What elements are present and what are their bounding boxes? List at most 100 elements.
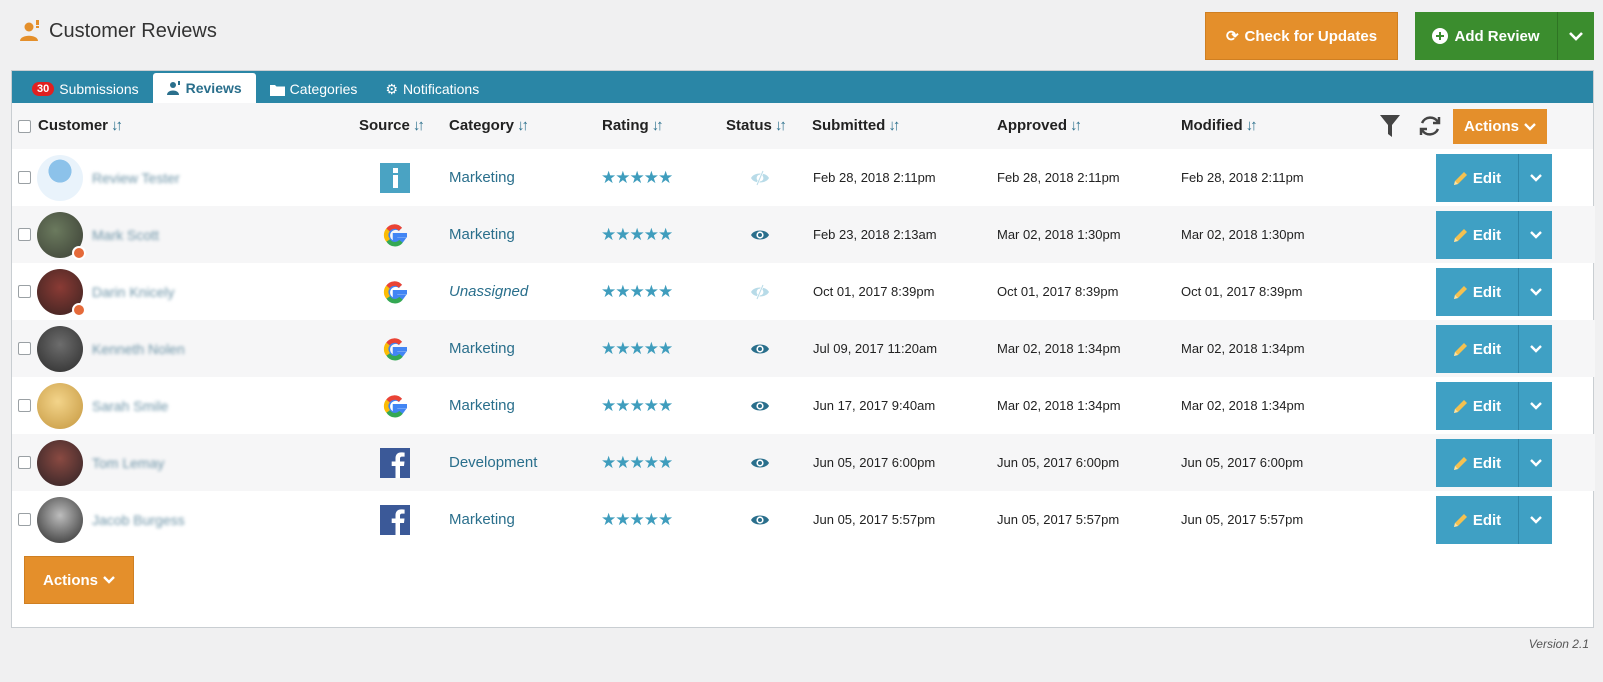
status-cell[interactable]	[751, 434, 769, 491]
select-all-checkbox[interactable]	[18, 120, 31, 133]
column-category[interactable]: Category ↓↑	[449, 117, 529, 134]
customer-name[interactable]: Tom Lemay	[92, 455, 164, 471]
edit-dropdown-button[interactable]	[1519, 325, 1552, 373]
rating-stars: ★★★★★	[601, 452, 673, 472]
row-checkbox[interactable]	[18, 342, 31, 355]
row-checkbox[interactable]	[18, 228, 31, 241]
category-link[interactable]: Development	[449, 454, 537, 471]
modified-date: Jun 05, 2017 5:57pm	[1181, 512, 1304, 527]
column-source[interactable]: Source ↓↑	[359, 117, 425, 134]
status-cell[interactable]	[751, 263, 769, 320]
add-review-button[interactable]: Add Review	[1415, 12, 1558, 60]
category-link[interactable]: Marketing	[449, 397, 515, 414]
category-link[interactable]: Marketing	[449, 511, 515, 528]
refresh-icon[interactable]	[1418, 114, 1442, 138]
filter-icon[interactable]	[1380, 115, 1400, 137]
rating-stars: ★★★★★	[601, 395, 673, 415]
column-submitted[interactable]: Submitted ↓↑	[812, 117, 900, 134]
edit-button[interactable]: Edit	[1436, 496, 1519, 544]
edit-dropdown-button[interactable]	[1519, 439, 1552, 487]
column-modified[interactable]: Modified ↓↑	[1181, 117, 1258, 134]
submitted-date: Jul 09, 2017 11:20am	[813, 341, 938, 356]
source-cell	[380, 377, 410, 434]
column-rating[interactable]: Rating ↓↑	[602, 117, 664, 134]
column-status[interactable]: Status ↓↑	[726, 117, 787, 134]
footer-actions-button[interactable]: Actions	[24, 556, 134, 604]
submitted-date: Feb 23, 2018 2:13am	[813, 227, 937, 242]
sort-icon: ↓↑	[1070, 117, 1082, 134]
source-cell	[380, 434, 410, 491]
tab-notifications[interactable]: ⚙ Notifications	[371, 75, 493, 103]
status-cell[interactable]	[751, 377, 769, 434]
status-cell[interactable]	[751, 206, 769, 263]
row-checkbox[interactable]	[18, 285, 31, 298]
edit-button[interactable]: Edit	[1436, 439, 1519, 487]
customer-name[interactable]: Darin Knicely	[92, 284, 174, 300]
status-cell[interactable]	[751, 491, 769, 548]
google-plus-badge-icon	[72, 245, 86, 260]
approved-date: Feb 28, 2018 2:11pm	[997, 170, 1120, 185]
row-checkbox[interactable]	[18, 171, 31, 184]
row-checkbox[interactable]	[18, 513, 31, 526]
avatar	[37, 325, 83, 372]
reviews-user-icon	[20, 20, 39, 41]
check-for-updates-button[interactable]: ⟳ Check for Updates	[1205, 12, 1398, 60]
category-link[interactable]: Unassigned	[449, 283, 528, 300]
table-row: Sarah Smile Marketing ★★★★★ Jun 17, 2017 9:…	[12, 377, 1595, 434]
category-link[interactable]: Marketing	[449, 226, 515, 243]
edit-button[interactable]: Edit	[1436, 154, 1519, 202]
customer-name[interactable]: Review Tester	[92, 170, 180, 186]
rating-stars: ★★★★★	[601, 281, 673, 301]
approved-date: Jun 05, 2017 6:00pm	[997, 455, 1120, 470]
reviews-panel: 30 Submissions Reviews Categories ⚙ Noti…	[11, 70, 1595, 628]
table-row: Tom Lemay Development ★★★★★ Jun 05, 2017 6:…	[12, 434, 1595, 491]
table-row: Review Tester Marketing ★★★★★ Feb 28, 2018 …	[12, 149, 1595, 206]
tab-reviews[interactable]: Reviews	[152, 73, 256, 103]
version-label: Version 2.1	[1528, 637, 1589, 651]
modified-date: Jun 05, 2017 6:00pm	[1181, 455, 1304, 470]
submitted-date: Jun 05, 2017 5:57pm	[813, 512, 936, 527]
eye-slash-icon	[751, 284, 769, 299]
edit-button[interactable]: Edit	[1436, 325, 1519, 373]
customer-name[interactable]: Sarah Smile	[92, 398, 168, 414]
sort-icon: ↓↑	[517, 117, 529, 134]
google-source-icon	[383, 337, 407, 360]
row-checkbox[interactable]	[18, 399, 31, 412]
google-source-icon	[383, 280, 407, 303]
google-plus-badge-icon	[72, 302, 86, 317]
category-link[interactable]: Marketing	[449, 340, 515, 357]
edit-dropdown-button[interactable]	[1519, 268, 1552, 316]
edit-dropdown-button[interactable]	[1519, 211, 1552, 259]
row-checkbox[interactable]	[18, 456, 31, 469]
edit-button[interactable]: Edit	[1436, 382, 1519, 430]
customer-name[interactable]: Jacob Burgess	[92, 512, 185, 528]
edit-dropdown-button[interactable]	[1519, 382, 1552, 430]
submissions-count-badge: 30	[32, 82, 55, 96]
edit-button[interactable]: Edit	[1436, 268, 1519, 316]
approved-date: Mar 02, 2018 1:30pm	[997, 227, 1121, 242]
edit-button[interactable]: Edit	[1436, 211, 1519, 259]
chevron-down-icon	[1524, 122, 1536, 131]
page-header: Customer Reviews	[19, 16, 217, 46]
tab-submissions[interactable]: 30 Submissions	[18, 75, 153, 103]
status-cell[interactable]	[751, 149, 769, 206]
column-approved[interactable]: Approved ↓↑	[997, 117, 1082, 134]
table-actions-button[interactable]: Actions	[1453, 109, 1547, 144]
edit-dropdown-button[interactable]	[1519, 154, 1552, 202]
gear-icon: ⚙	[385, 80, 398, 97]
chevron-down-icon	[1529, 231, 1542, 239]
customer-name[interactable]: Kenneth Nolen	[92, 341, 185, 357]
tab-categories[interactable]: Categories	[256, 75, 372, 103]
eye-icon	[751, 515, 769, 524]
column-customer[interactable]: Customer ↓↑	[38, 117, 123, 134]
add-review-dropdown-button[interactable]	[1558, 12, 1594, 60]
status-cell[interactable]	[751, 320, 769, 377]
avatar	[37, 154, 83, 201]
modified-date: Feb 28, 2018 2:11pm	[1181, 170, 1304, 185]
edit-dropdown-button[interactable]	[1519, 496, 1552, 544]
chevron-down-icon	[1529, 516, 1542, 524]
pencil-icon	[1453, 285, 1467, 299]
avatar	[37, 382, 83, 429]
customer-name[interactable]: Mark Scott	[92, 227, 159, 243]
category-link[interactable]: Marketing	[449, 169, 515, 186]
